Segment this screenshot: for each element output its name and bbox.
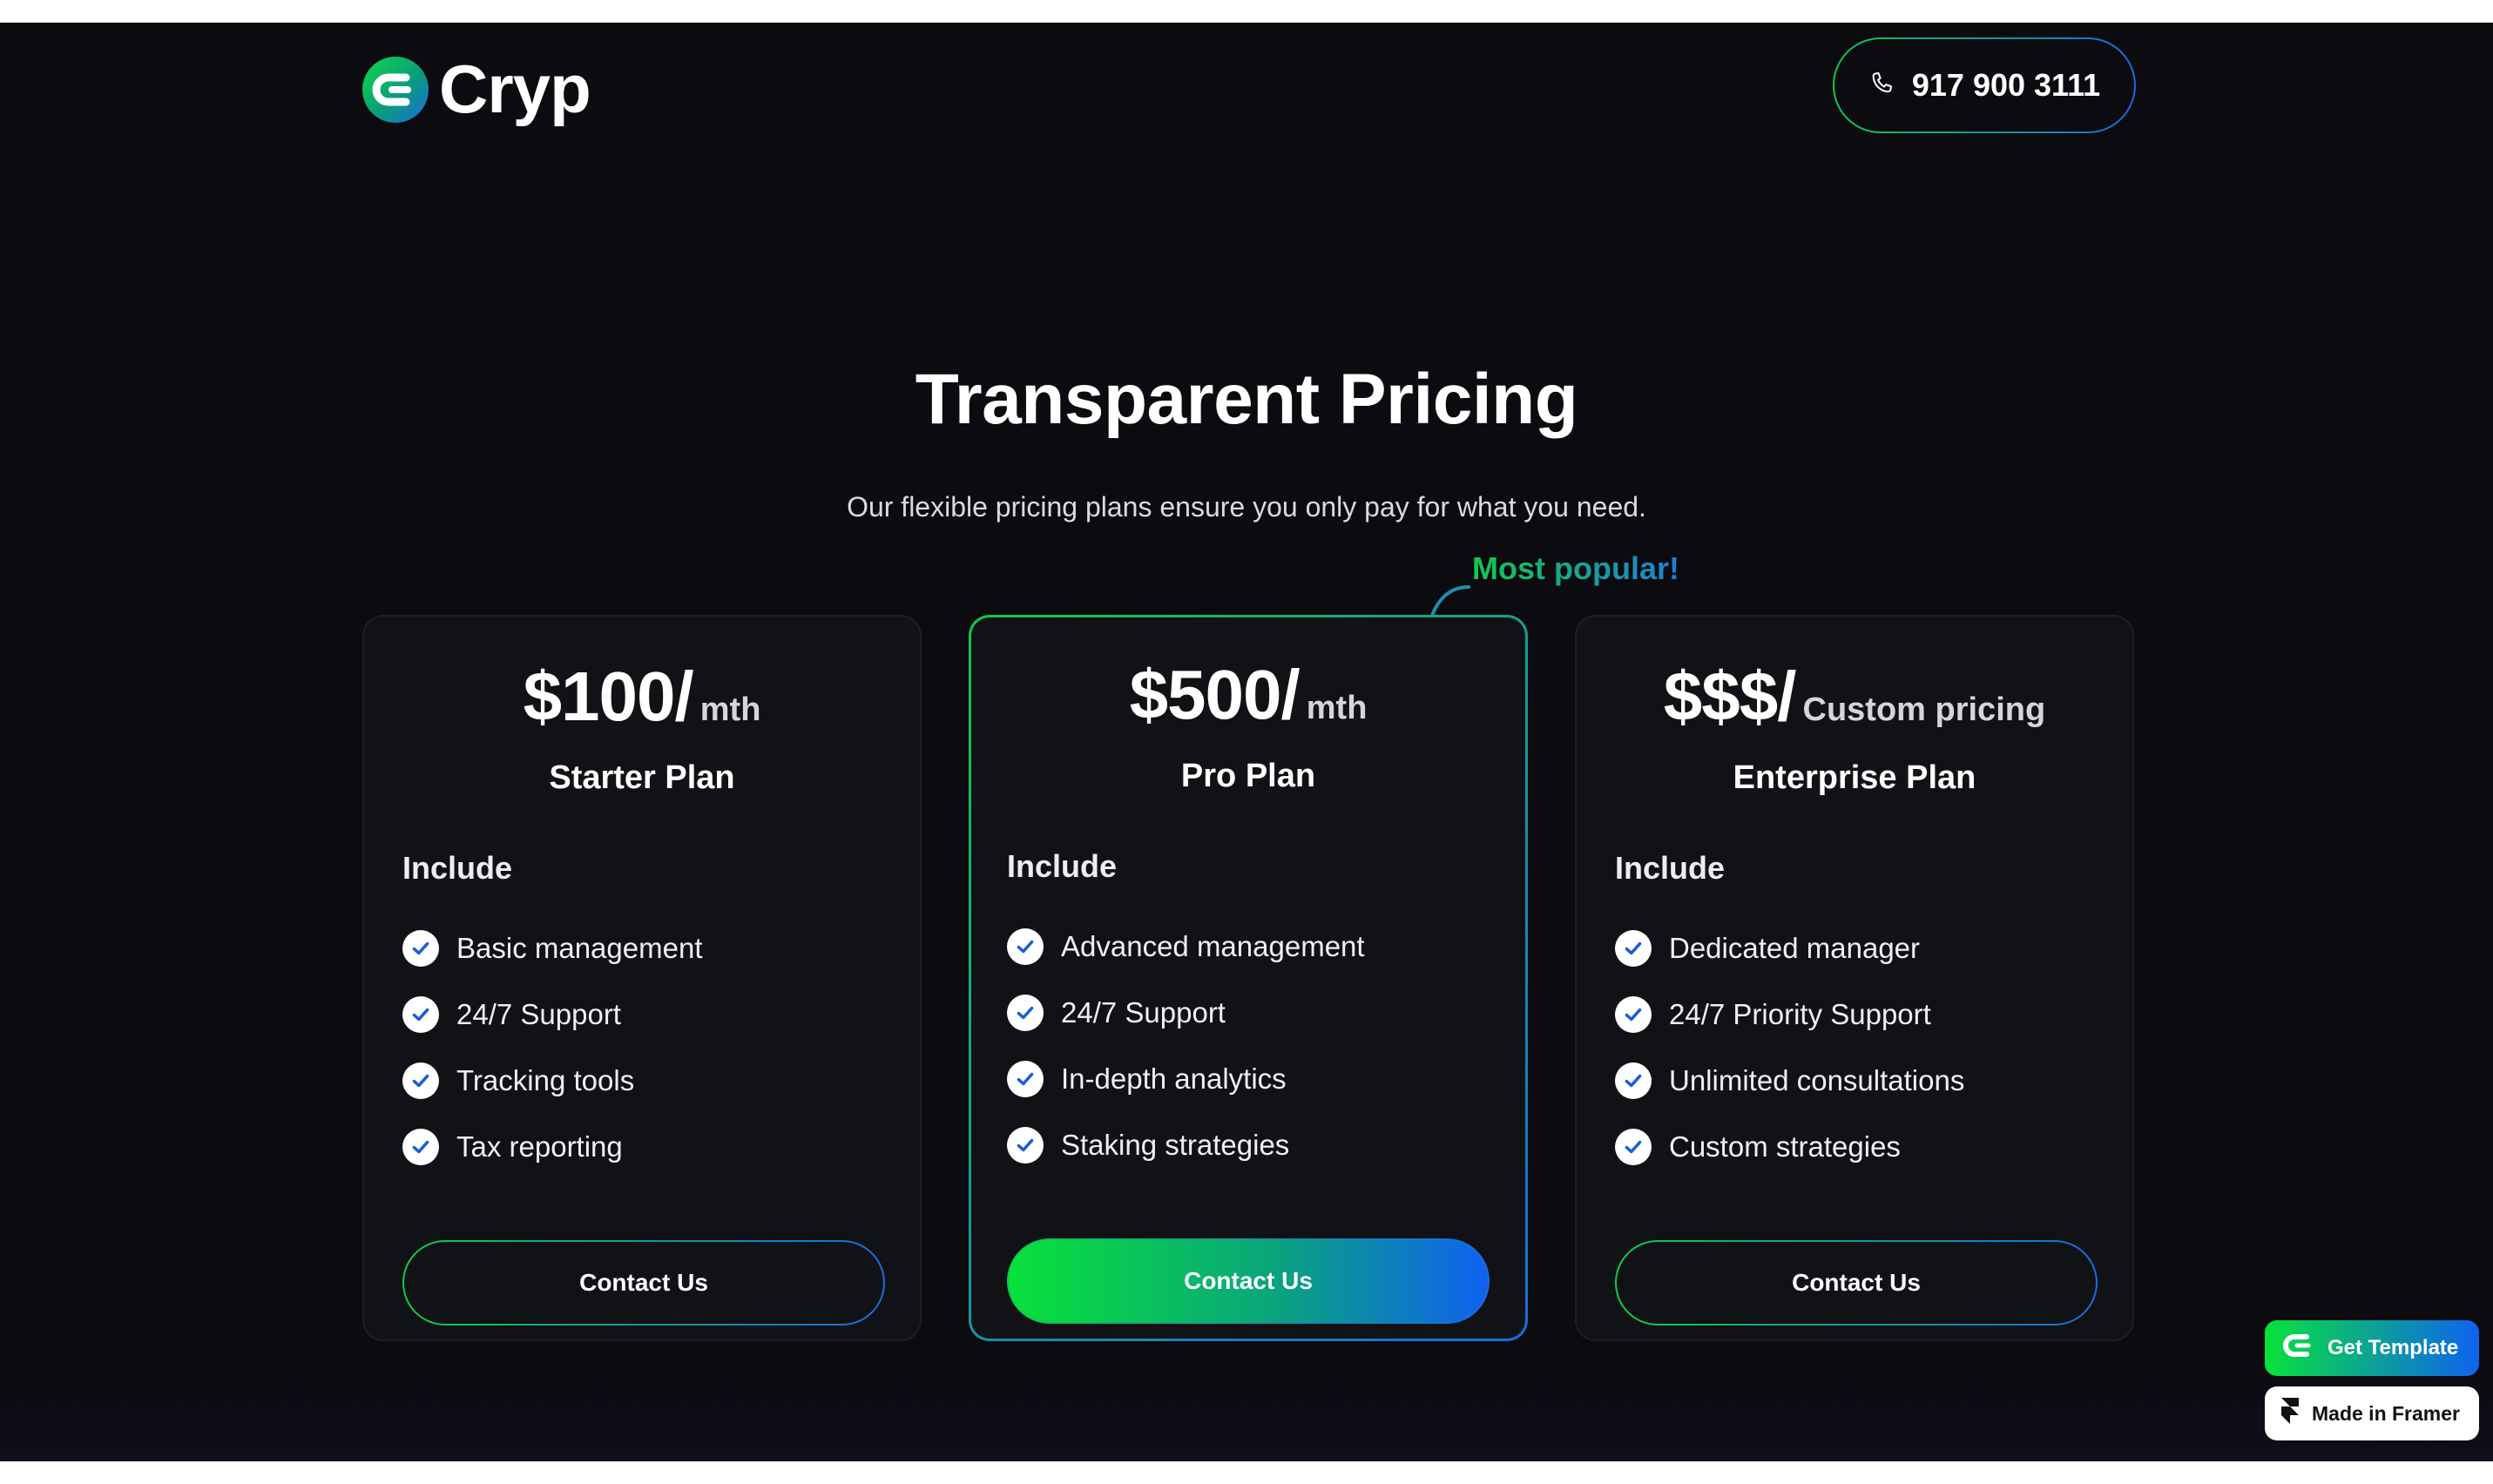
plan-price: $$$/ <box>1663 658 1797 735</box>
pricing-card-starter: $100/mth Starter Plan Include Basic mana… <box>362 615 922 1341</box>
list-item: Basic management <box>402 915 702 981</box>
contact-us-button[interactable]: Contact Us <box>1007 1238 1490 1324</box>
plan-period: Custom pricing <box>1802 691 2046 728</box>
contact-us-label: Contact Us <box>1009 1240 1488 1322</box>
framer-icon <box>2280 1398 2300 1429</box>
check-circle-icon <box>1615 1062 1652 1099</box>
price-row: $500/mth <box>971 655 1525 735</box>
plan-period: mth <box>1306 690 1368 726</box>
contact-us-label: Contact Us <box>404 1242 883 1324</box>
include-heading: Include <box>402 850 513 886</box>
check-circle-icon <box>402 996 439 1033</box>
check-circle-icon <box>1007 928 1044 965</box>
list-item: Dedicated manager <box>1615 915 1964 981</box>
phone-icon <box>1868 71 1895 101</box>
cryp-logo-icon <box>362 56 429 123</box>
plan-period: mth <box>699 691 761 728</box>
list-item: In-depth analytics <box>1007 1046 1365 1112</box>
cryp-logo-icon <box>2280 1332 2315 1366</box>
list-item: Tax reporting <box>402 1114 702 1180</box>
most-popular-label: Most popular! <box>1472 550 1679 586</box>
plan-name: Starter Plan <box>549 759 735 796</box>
made-in-framer-label: Made in Framer <box>2312 1401 2460 1425</box>
list-item: Tracking tools <box>402 1048 702 1114</box>
brand-name: Cryp <box>439 51 591 127</box>
feature-text: Dedicated manager <box>1669 932 1921 964</box>
phone-number: 917 900 3111 <box>1911 67 2101 103</box>
plan-price: $500/ <box>1129 656 1301 733</box>
bottom-fade <box>0 1364 2493 1461</box>
page-title: Transparent Pricing <box>915 360 1578 439</box>
feature-text: Unlimited consultations <box>1669 1064 1965 1096</box>
feature-list: Dedicated manager 24/7 Priority Support … <box>1615 915 1964 1180</box>
brand-logo[interactable]: Cryp <box>362 50 591 129</box>
list-item: 24/7 Support <box>402 981 702 1048</box>
feature-text: Basic management <box>456 932 703 964</box>
pricing-card-enterprise: $$$/Custom pricing Enterprise Plan Inclu… <box>1575 615 2134 1341</box>
contact-us-button[interactable]: Contact Us <box>402 1240 885 1325</box>
list-item: Unlimited consultations <box>1615 1048 1964 1114</box>
feature-text: 24/7 Support <box>456 998 621 1030</box>
price-row: $$$/Custom pricing <box>1577 657 2132 737</box>
feature-text: Custom strategies <box>1669 1130 1901 1163</box>
feature-list: Advanced management 24/7 Support In-dept… <box>1007 914 1365 1178</box>
check-circle-icon <box>402 930 439 967</box>
check-circle-icon <box>402 1129 439 1165</box>
check-circle-icon <box>1007 1061 1044 1097</box>
feature-text: Tax reporting <box>456 1130 623 1163</box>
check-circle-icon <box>1007 995 1044 1031</box>
pricing-card-pro: $500/mth Pro Plan Include Advanced manag… <box>969 615 1528 1341</box>
include-heading: Include <box>1615 850 1726 886</box>
list-item: Advanced management <box>1007 914 1365 980</box>
check-circle-icon <box>1615 930 1652 967</box>
page-subtitle: Our flexible pricing plans ensure you on… <box>847 491 1646 523</box>
page-frame: Cryp 917 900 3111 Transparent Pricing Ou… <box>0 23 2493 1461</box>
check-circle-icon <box>1007 1127 1044 1164</box>
feature-text: 24/7 Support <box>1061 996 1226 1029</box>
price-row: $100/mth <box>364 657 920 737</box>
check-circle-icon <box>402 1062 439 1099</box>
list-item: 24/7 Support <box>1007 980 1365 1046</box>
feature-text: 24/7 Priority Support <box>1669 998 1931 1030</box>
feature-text: Advanced management <box>1061 930 1365 962</box>
plan-name: Pro Plan <box>1180 758 1316 794</box>
phone-button[interactable]: 917 900 3111 <box>1833 37 2136 133</box>
list-item: Staking strategies <box>1007 1112 1365 1178</box>
feature-text: Tracking tools <box>456 1064 635 1096</box>
check-circle-icon <box>1615 996 1652 1033</box>
contact-us-button[interactable]: Contact Us <box>1615 1240 2098 1325</box>
include-heading: Include <box>1007 848 1118 884</box>
feature-text: Staking strategies <box>1061 1129 1290 1161</box>
check-circle-icon <box>1615 1129 1652 1165</box>
plan-price: $100/ <box>523 658 694 735</box>
list-item: Custom strategies <box>1615 1114 1964 1180</box>
made-in-framer-button[interactable]: Made in Framer <box>2265 1386 2479 1440</box>
get-template-button[interactable]: Get Template <box>2265 1320 2479 1376</box>
feature-list: Basic management 24/7 Support Tracking t… <box>402 915 702 1180</box>
get-template-label: Get Template <box>2327 1336 2459 1359</box>
list-item: 24/7 Priority Support <box>1615 981 1964 1048</box>
plan-name: Enterprise Plan <box>1733 759 1976 796</box>
feature-text: In-depth analytics <box>1061 1062 1287 1095</box>
contact-us-label: Contact Us <box>1617 1242 2096 1324</box>
